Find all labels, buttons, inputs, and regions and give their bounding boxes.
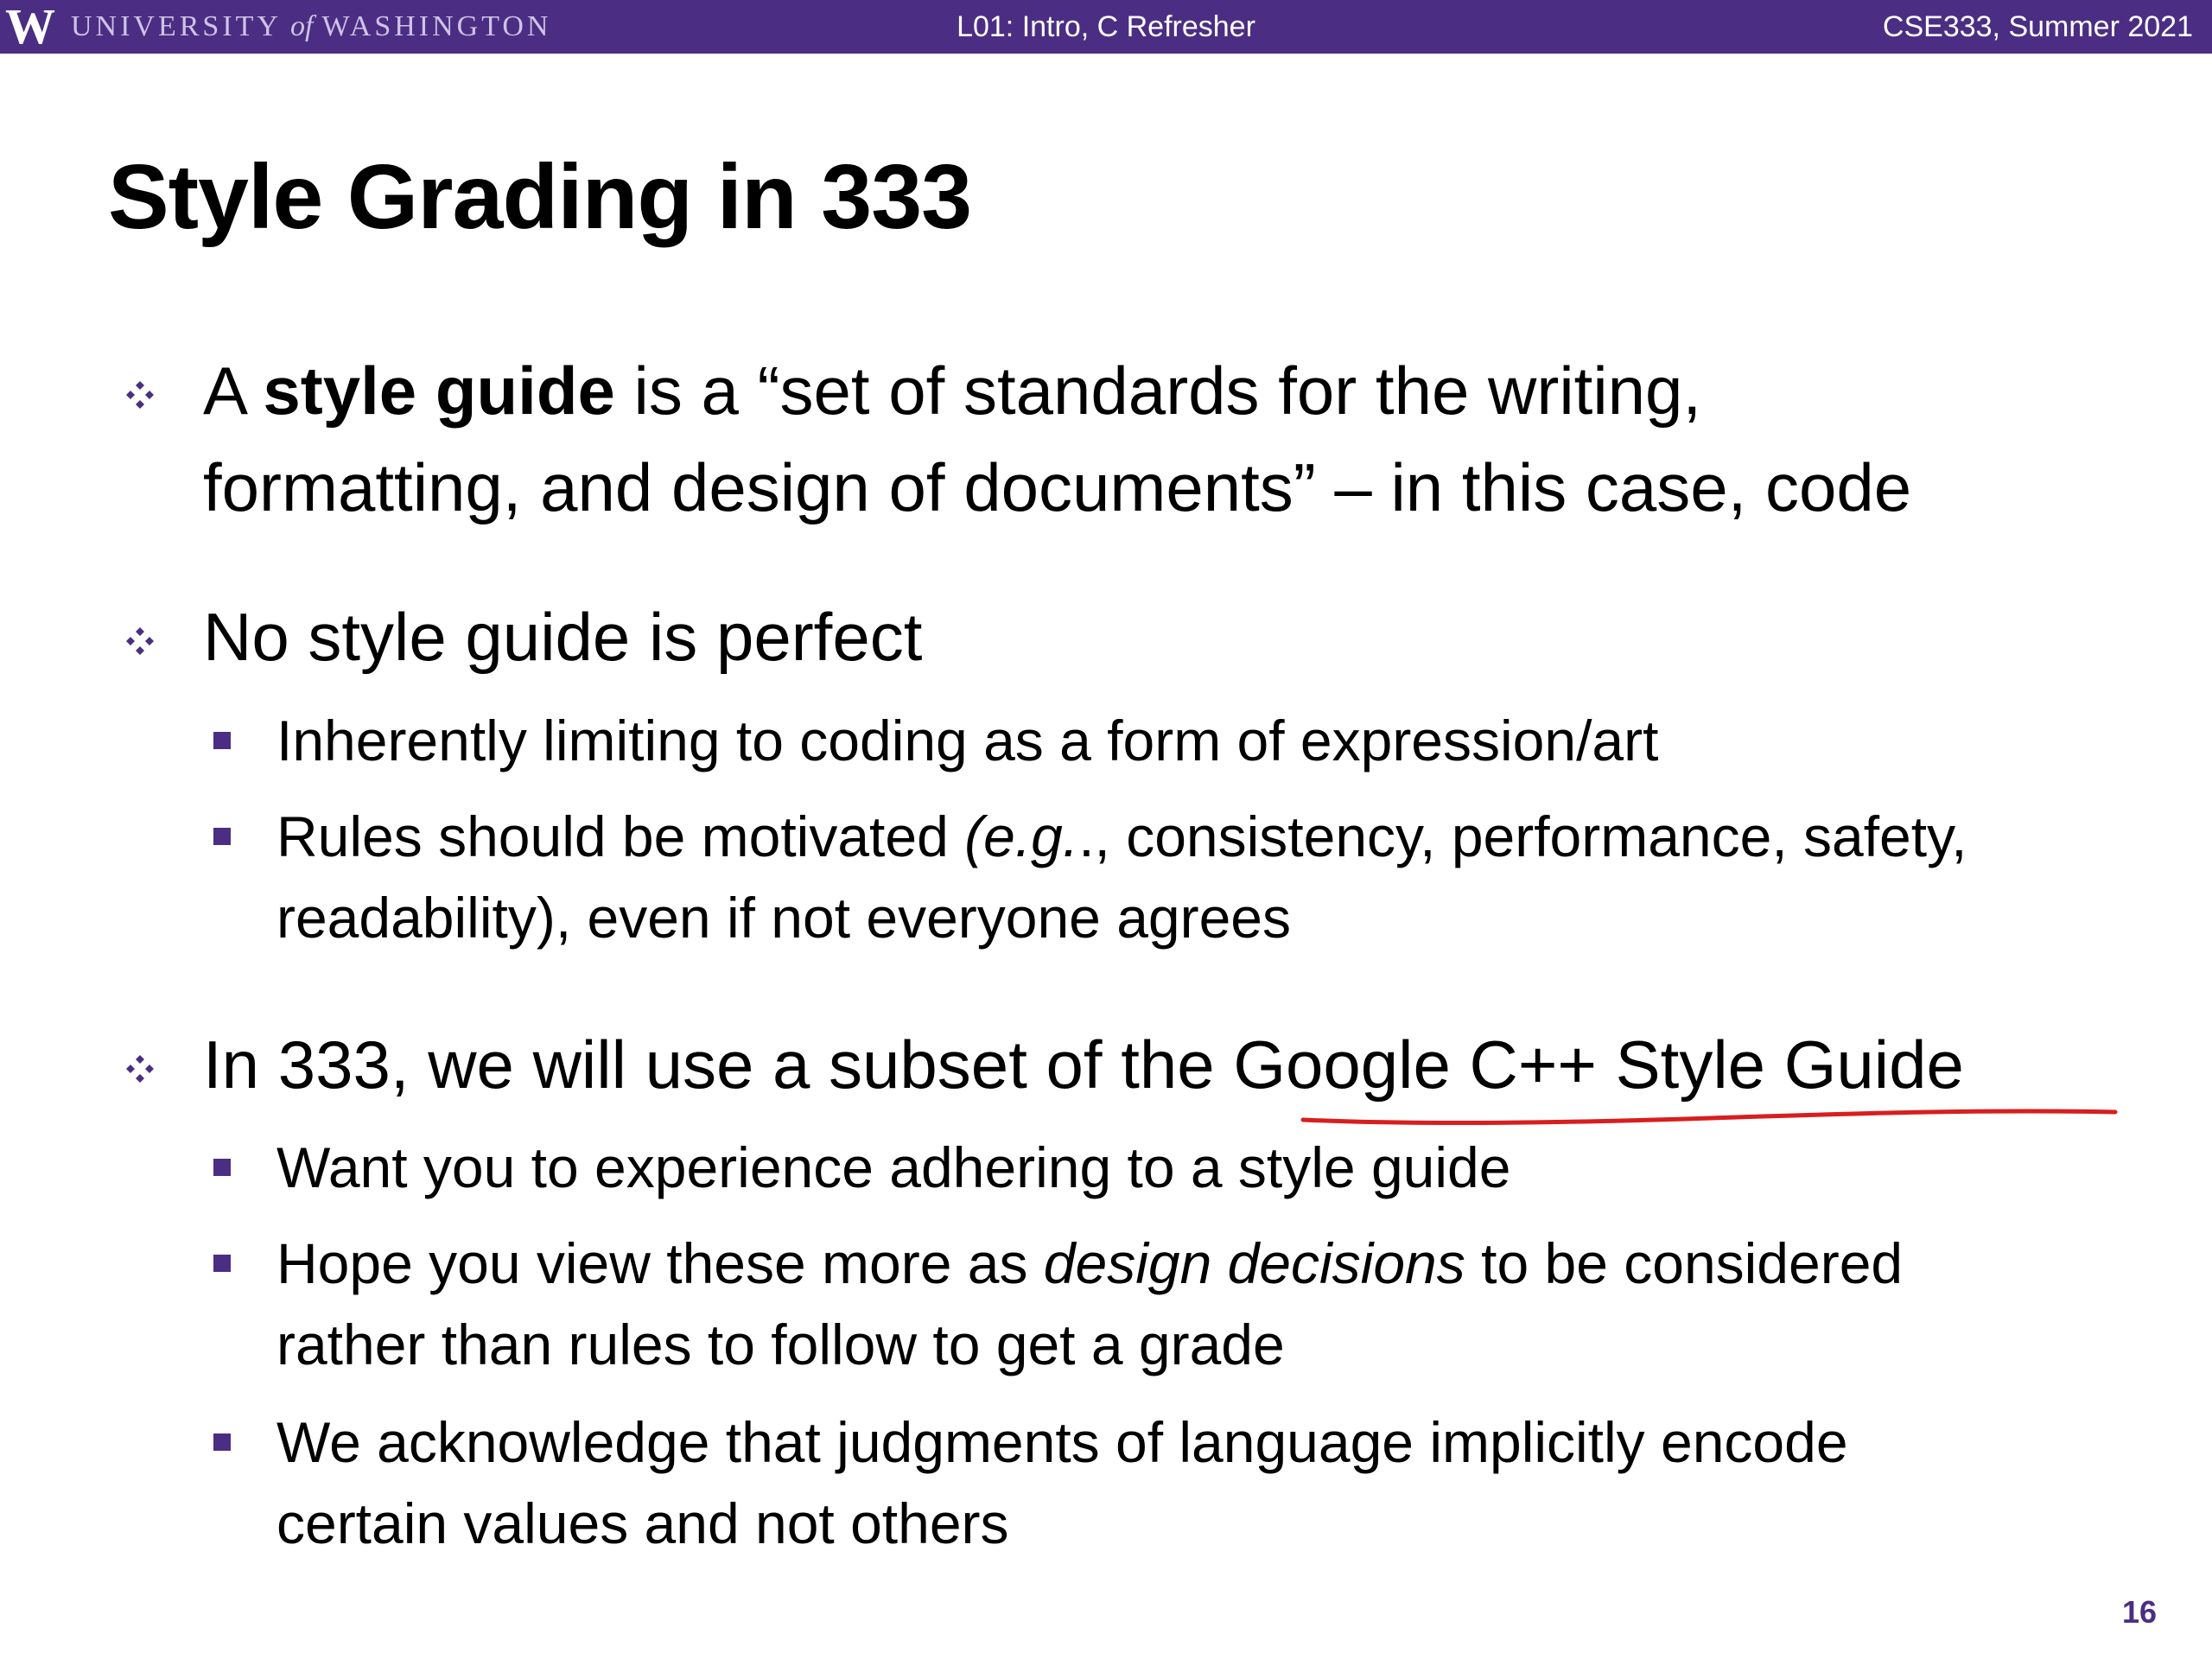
bullet-no-guide-perfect: No style guide is perfect (203, 599, 923, 675)
bullet-google-style-guide: In 333, we will use a subset of the Goog… (203, 1027, 1964, 1103)
four-diamond-bullet-icon (126, 627, 154, 655)
course-label: CSE333, Summer 2021 (1882, 10, 2193, 43)
sub-bullet-motivated: Rules should be motivated (e.g.., consis… (276, 804, 1967, 950)
sub-bullet-values: We acknowledge that judgments of languag… (276, 1410, 1848, 1555)
square-bullet-icon (213, 828, 231, 845)
sub-bullet-experience: Want you to experience adhering to a sty… (276, 1135, 1511, 1199)
square-bullet-icon (213, 1255, 231, 1272)
four-diamond-bullet-icon (126, 1055, 154, 1083)
square-bullet-icon (213, 1159, 231, 1176)
lecture-label: L01: Intro, C Refresher (957, 10, 1255, 43)
sub-bullet-limiting: Inherently limiting to coding as a form … (276, 709, 1659, 772)
header-bar: W UNIVERSITY of WASHINGTON L01: Intro, C R… (0, 0, 2212, 54)
bullet-style-guide-definition: A style guide is a “set of standards for… (203, 353, 1912, 525)
four-diamond-bullet-icon (126, 381, 154, 409)
square-bullet-icon (213, 732, 231, 749)
page-number: 16 (2121, 1594, 2157, 1630)
slide-title: Style Grading in 333 (108, 146, 972, 248)
square-bullet-icon (213, 1433, 231, 1451)
sub-bullet-design-decisions: Hope you view these more as design decis… (276, 1231, 1904, 1376)
